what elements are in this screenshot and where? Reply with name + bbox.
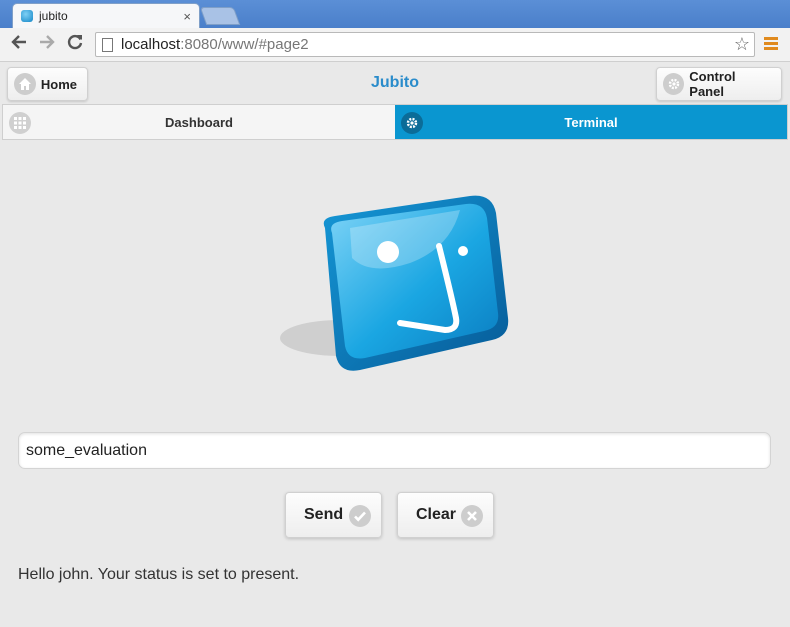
command-input[interactable] bbox=[19, 433, 770, 468]
status-message: Hello john. Your status is set to presen… bbox=[18, 566, 300, 583]
url-host: localhost bbox=[121, 36, 181, 53]
grid-icon bbox=[9, 112, 31, 134]
navbar: Dashboard Terminal bbox=[2, 104, 788, 140]
favicon-icon bbox=[21, 10, 33, 22]
tab-dashboard[interactable]: Dashboard bbox=[3, 105, 395, 139]
back-arrow-icon[interactable] bbox=[8, 33, 30, 55]
tab-terminal[interactable]: Terminal bbox=[395, 105, 787, 139]
send-button[interactable]: Send bbox=[285, 492, 382, 538]
url-path: :8080/www/#page2 bbox=[180, 36, 309, 53]
tab-close-icon[interactable]: × bbox=[183, 9, 191, 24]
bookmark-star-icon[interactable]: ☆ bbox=[734, 34, 750, 55]
clear-button-label: Clear bbox=[416, 506, 457, 523]
jubito-logo bbox=[280, 195, 509, 371]
gear-icon bbox=[401, 112, 423, 134]
clear-button[interactable]: Clear bbox=[397, 492, 494, 538]
address-bar[interactable]: localhost :8080/www/#page2 ☆ bbox=[95, 32, 755, 57]
page-icon bbox=[102, 37, 113, 52]
browser-tab[interactable]: jubito × bbox=[12, 3, 200, 28]
reload-icon[interactable] bbox=[64, 33, 86, 55]
browser-toolbar: localhost :8080/www/#page2 ☆ bbox=[0, 28, 790, 62]
command-input-field[interactable] bbox=[18, 432, 771, 469]
app-header: Home Jubito Control Panel bbox=[0, 62, 790, 104]
gear-icon bbox=[663, 73, 685, 95]
tab-dashboard-label: Dashboard bbox=[165, 114, 233, 130]
browser-tabstrip: jubito × bbox=[0, 0, 790, 28]
control-panel-button[interactable]: Control Panel bbox=[656, 67, 782, 101]
new-tab-button[interactable] bbox=[199, 7, 241, 25]
browser-menu-icon[interactable] bbox=[764, 37, 778, 51]
browser-tab-title: jubito bbox=[39, 9, 68, 23]
control-panel-label: Control Panel bbox=[689, 69, 736, 99]
send-button-label: Send bbox=[304, 506, 344, 523]
tab-terminal-label: Terminal bbox=[564, 114, 618, 130]
check-icon bbox=[349, 505, 371, 527]
forward-arrow-icon[interactable] bbox=[36, 33, 58, 55]
close-icon bbox=[461, 505, 483, 527]
